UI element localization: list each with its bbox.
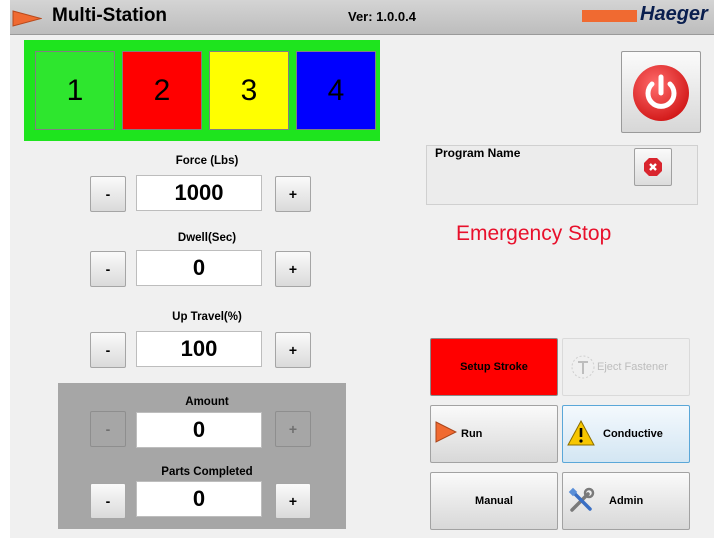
brand-name: Haeger <box>640 3 708 25</box>
uptravel-label: Up Travel(%) <box>172 311 242 323</box>
force-value-field[interactable]: 1000 <box>136 175 262 211</box>
setup-stroke-button[interactable]: Setup Stroke <box>430 338 558 396</box>
station-label: 1 <box>66 73 84 107</box>
station-label: 2 <box>153 73 171 107</box>
play-triangle-icon <box>12 10 42 27</box>
manual-label: Manual <box>475 495 513 507</box>
conductive-button[interactable]: Conductive <box>562 405 690 463</box>
force-increase-button[interactable]: + <box>275 176 311 212</box>
station-1-button[interactable]: 1 <box>35 51 115 130</box>
parts-completed-label: Parts Completed <box>161 466 253 478</box>
eject-fastener-label: Eject Fastener <box>597 361 668 373</box>
run-icon <box>435 421 457 443</box>
dwell-decrease-button[interactable]: - <box>90 251 126 287</box>
station-4-button[interactable]: 4 <box>296 51 376 130</box>
power-icon <box>633 65 689 121</box>
brand-bar <box>582 10 637 22</box>
force-decrease-button[interactable]: - <box>90 176 126 212</box>
main-content: Multi-Station Ver: 1.0.0.4 Haeger 1 2 3 … <box>10 0 714 538</box>
uptravel-increase-button[interactable]: + <box>275 332 311 368</box>
amount-increase-button[interactable]: + <box>275 411 311 447</box>
dwell-label: Dwell(Sec) <box>177 232 237 244</box>
station-selector: 1 2 3 4 <box>24 40 380 141</box>
uptravel-value-field[interactable]: 100 <box>136 331 262 367</box>
parts-decrease-button[interactable]: - <box>90 483 126 519</box>
warning-icon <box>567 420 595 446</box>
status-message: Emergency Stop <box>456 222 612 245</box>
app-title: Multi-Station <box>52 5 168 26</box>
eject-icon <box>571 355 595 379</box>
program-name-label: Program Name <box>435 146 521 160</box>
dwell-increase-button[interactable]: + <box>275 251 311 287</box>
force-label: Force (Lbs) <box>175 155 239 167</box>
power-button[interactable] <box>621 51 701 133</box>
parts-completed-value: 0 <box>136 481 262 517</box>
parts-increase-button[interactable]: + <box>275 483 311 519</box>
clear-program-button[interactable] <box>634 148 672 186</box>
station-3-button[interactable]: 3 <box>209 51 289 130</box>
run-button[interactable]: Run <box>430 405 558 463</box>
station-2-button[interactable]: 2 <box>122 51 202 130</box>
uptravel-decrease-button[interactable]: - <box>90 332 126 368</box>
conductive-label: Conductive <box>603 428 663 440</box>
admin-label: Admin <box>609 495 644 507</box>
dwell-value-field[interactable]: 0 <box>136 250 262 286</box>
run-label: Run <box>461 428 483 440</box>
amount-value-field[interactable]: 0 <box>136 412 262 448</box>
clear-icon <box>644 158 662 176</box>
station-label: 4 <box>327 73 345 107</box>
setup-stroke-label: Setup Stroke <box>460 361 528 373</box>
station-label: 3 <box>240 73 258 107</box>
app-window: Multi-Station Ver: 1.0.0.4 Haeger 1 2 3 … <box>0 0 714 538</box>
version-label: Ver: 1.0.0.4 <box>348 9 416 24</box>
amount-decrease-button[interactable]: - <box>90 411 126 447</box>
title-bar: Multi-Station Ver: 1.0.0.4 Haeger <box>10 0 714 35</box>
amount-label: Amount <box>185 396 229 408</box>
eject-fastener-button[interactable]: Eject Fastener <box>562 338 690 396</box>
admin-button[interactable]: Admin <box>562 472 690 530</box>
tools-icon <box>568 487 595 512</box>
manual-button[interactable]: Manual <box>430 472 558 530</box>
